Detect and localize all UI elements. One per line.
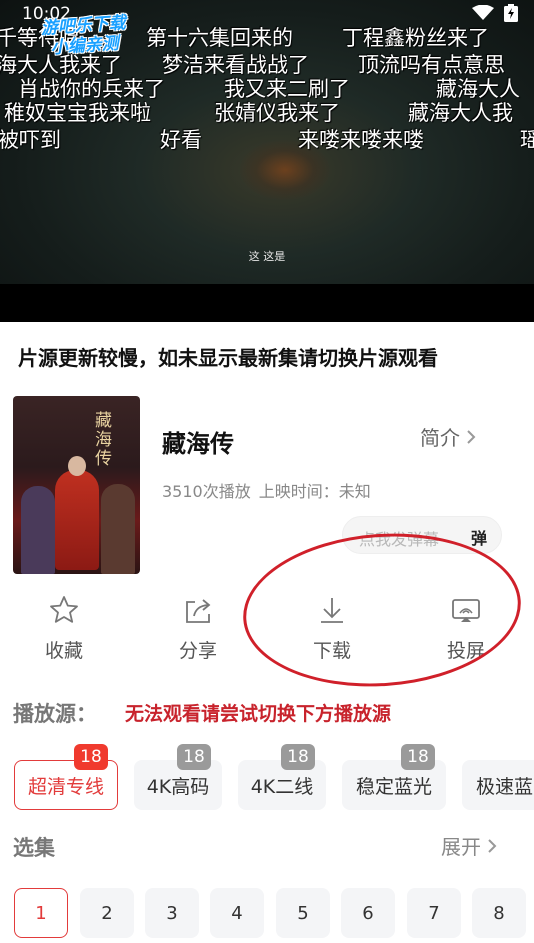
episode-list[interactable]: 1 2 3 4 5 6 7 8: [14, 888, 534, 940]
source-count-badge: 18: [401, 744, 435, 770]
notice-text: 片源更新较慢，如未显示最新集请切换片源观看: [18, 346, 438, 370]
expand-label: 展开: [441, 835, 481, 859]
share-icon: [186, 599, 211, 623]
source-count-badge: 18: [177, 744, 211, 770]
battery-charging-icon: [504, 4, 518, 22]
star-icon: [50, 596, 78, 623]
poster-figure: [21, 486, 55, 574]
intro-button[interactable]: 简介: [420, 422, 476, 451]
source-count-badge: 18: [74, 744, 108, 770]
play-count: 3510次播放: [162, 482, 251, 501]
danmaku-send-button[interactable]: 弹: [471, 525, 487, 549]
video-subtitle: 这 这是: [248, 250, 286, 263]
poster-figure-head: [68, 456, 86, 476]
danmaku-comment: 瑶: [520, 128, 534, 152]
poster-figure: [101, 484, 135, 574]
episode-button-active[interactable]: 1: [14, 888, 68, 938]
episode-button[interactable]: 3: [145, 888, 199, 938]
danmaku-comment: 张婧仪我来了: [214, 101, 340, 125]
source-label: 播放源：: [13, 702, 97, 726]
danmaku-comment: 第十六集回来的: [146, 26, 293, 50]
share-button[interactable]: 分享: [158, 594, 238, 663]
intro-label: 简介: [420, 426, 460, 450]
wifi-icon: [472, 5, 494, 20]
source-list[interactable]: 超清专线 18 4K高码 18 4K二线 18 稳定蓝光 18 极速蓝: [14, 744, 534, 814]
expand-episodes-button[interactable]: 展开: [441, 831, 497, 860]
source-chip-label: 稳定蓝光: [355, 775, 432, 798]
source-chip-label: 4K高码: [146, 775, 210, 798]
app-screen: 这 这是 千等待唱 第十六集回来的 丁程鑫粉丝来了 海大人我来了 梦洁来看战战了…: [0, 0, 534, 943]
danmaku-comment: 藏海大人我: [408, 101, 513, 125]
episode-button[interactable]: 7: [407, 888, 461, 938]
danmaku-comment: 来喽来喽来喽: [298, 128, 424, 152]
episodes-label: 选集: [13, 836, 55, 860]
poster-image[interactable]: 藏海传: [13, 396, 140, 574]
notice-marquee: 片源更新较慢，如未显示最新集请切换片源观看: [0, 340, 534, 376]
favorite-button[interactable]: 收藏: [24, 594, 104, 663]
danmaku-comment: 我又来二刷了: [224, 77, 350, 101]
chevron-right-icon: [488, 838, 497, 853]
danmaku-comment: 梦洁来看战战了: [162, 53, 309, 77]
chevron-right-icon: [467, 429, 476, 444]
video-player[interactable]: 这 这是 千等待唱 第十六集回来的 丁程鑫粉丝来了 海大人我来了 梦洁来看战战了…: [0, 0, 534, 322]
episode-button[interactable]: 8: [472, 888, 526, 938]
episode-button[interactable]: 2: [80, 888, 134, 938]
share-label: 分享: [178, 640, 217, 662]
episode-button[interactable]: 4: [210, 888, 264, 938]
danmaku-comment: 被吓到: [0, 128, 61, 152]
poster-figure: [55, 470, 99, 570]
source-count-badge: 18: [281, 744, 315, 770]
danmaku-comment: 藏海大人: [436, 77, 520, 101]
favorite-label: 收藏: [44, 640, 83, 662]
drama-meta: 3510次播放 上映时间：未知: [162, 478, 371, 502]
drama-title: 藏海传: [162, 430, 234, 458]
source-chip-label: 极速蓝: [476, 775, 534, 798]
danmaku-comment: 稚奴宝宝我来啦: [4, 101, 151, 125]
danmaku-comment: 丁程鑫粉丝来了: [342, 26, 489, 50]
poster-title: 藏海传: [95, 411, 112, 469]
episode-button[interactable]: 5: [276, 888, 330, 938]
source-chip[interactable]: 极速蓝: [462, 760, 534, 810]
danmaku-comment: 顶流吗有点意思: [358, 53, 505, 77]
status-icons: [472, 4, 518, 22]
release-date: 上映时间：未知: [258, 482, 371, 501]
source-hint: 无法观看请尝试切换下方播放源: [125, 703, 392, 725]
danmaku-comment: 好看: [160, 128, 202, 152]
episode-button[interactable]: 6: [341, 888, 395, 938]
danmaku-comment: 肖战你的兵来了: [18, 77, 165, 101]
source-chip-label: 超清专线: [27, 775, 104, 798]
source-chip-label: 4K二线: [250, 775, 314, 798]
